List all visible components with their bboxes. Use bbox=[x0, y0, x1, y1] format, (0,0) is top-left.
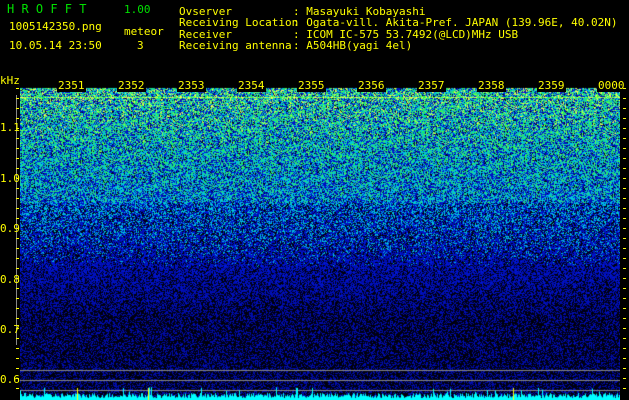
freq-tick bbox=[623, 188, 626, 189]
freq-tick bbox=[623, 208, 626, 209]
freq-tick bbox=[623, 138, 626, 139]
time-label: 2357 bbox=[417, 79, 446, 92]
freq-tick bbox=[623, 128, 626, 129]
time-label: 2355 bbox=[297, 79, 326, 92]
time-label: 2356 bbox=[357, 79, 386, 92]
info-label: Receiving antenna bbox=[179, 39, 292, 52]
time-label: 0000 bbox=[597, 79, 626, 92]
freq-tick bbox=[16, 108, 19, 109]
freq-tick bbox=[16, 368, 19, 369]
freq-tick bbox=[623, 218, 626, 219]
freq-tick bbox=[623, 108, 626, 109]
freq-tick bbox=[623, 178, 626, 179]
freq-tick bbox=[623, 228, 626, 229]
freq-tick bbox=[623, 368, 626, 369]
freq-tick bbox=[623, 288, 626, 289]
time-label: 2359 bbox=[537, 79, 566, 92]
freq-tick bbox=[623, 328, 626, 329]
freq-tick bbox=[623, 318, 626, 319]
freq-tick bbox=[16, 208, 19, 209]
freq-tick bbox=[16, 278, 19, 279]
freq-tick bbox=[16, 128, 19, 129]
freq-tick bbox=[16, 258, 19, 259]
meteor-label: meteor bbox=[124, 25, 164, 38]
freq-tick bbox=[623, 308, 626, 309]
freq-tick bbox=[16, 178, 19, 179]
spectrogram-canvas bbox=[20, 80, 620, 400]
freq-tick bbox=[16, 148, 19, 149]
freq-tick bbox=[16, 248, 19, 249]
freq-tick bbox=[16, 338, 19, 339]
freq-tick bbox=[16, 228, 19, 229]
freq-tick bbox=[16, 318, 19, 319]
freq-tick bbox=[16, 308, 19, 309]
filename: 1005142350.png bbox=[9, 20, 102, 33]
freq-tick bbox=[16, 238, 19, 239]
app-logo: H R O F F T bbox=[7, 2, 87, 16]
time-label: 2354 bbox=[237, 79, 266, 92]
freq-tick bbox=[16, 298, 19, 299]
unit-label: kHz bbox=[0, 74, 20, 87]
meteor-count: 3 bbox=[137, 39, 144, 52]
freq-tick bbox=[623, 88, 626, 89]
freq-tick bbox=[16, 168, 19, 169]
freq-tick bbox=[623, 258, 626, 259]
freq-tick bbox=[16, 98, 19, 99]
freq-tick bbox=[623, 118, 626, 119]
info-value: : A504HB(yagi 4el) bbox=[293, 39, 413, 52]
freq-tick bbox=[16, 218, 19, 219]
freq-tick bbox=[16, 138, 19, 139]
freq-tick bbox=[623, 358, 626, 359]
freq-tick bbox=[623, 268, 626, 269]
freq-tick bbox=[16, 358, 19, 359]
freq-tick bbox=[16, 188, 19, 189]
freq-tick bbox=[623, 238, 626, 239]
freq-tick bbox=[623, 338, 626, 339]
app-version: 1.00 bbox=[124, 3, 151, 16]
freq-tick bbox=[623, 158, 626, 159]
freq-tick bbox=[16, 118, 19, 119]
time-label: 2351 bbox=[57, 79, 86, 92]
freq-tick bbox=[16, 158, 19, 159]
freq-tick bbox=[16, 328, 19, 329]
freq-tick bbox=[16, 88, 19, 89]
freq-tick bbox=[623, 168, 626, 169]
freq-tick bbox=[16, 198, 19, 199]
freq-tick bbox=[623, 248, 626, 249]
freq-tick bbox=[16, 348, 19, 349]
freq-tick bbox=[623, 378, 626, 379]
time-label: 2352 bbox=[117, 79, 146, 92]
freq-tick bbox=[16, 268, 19, 269]
freq-tick bbox=[16, 378, 19, 379]
freq-label: 0.7 bbox=[0, 323, 20, 336]
freq-tick bbox=[623, 98, 626, 99]
freq-label: 0.6 bbox=[0, 373, 20, 386]
freq-tick bbox=[623, 388, 626, 389]
freq-tick bbox=[623, 278, 626, 279]
freq-tick bbox=[623, 148, 626, 149]
freq-tick bbox=[623, 348, 626, 349]
time-label: 2353 bbox=[177, 79, 206, 92]
datetime: 10.05.14 23:50 bbox=[9, 39, 102, 52]
time-label: 2358 bbox=[477, 79, 506, 92]
freq-tick bbox=[623, 198, 626, 199]
freq-tick bbox=[623, 298, 626, 299]
freq-tick bbox=[16, 388, 19, 389]
freq-tick bbox=[16, 288, 19, 289]
freq-label: 0.8 bbox=[0, 273, 20, 286]
